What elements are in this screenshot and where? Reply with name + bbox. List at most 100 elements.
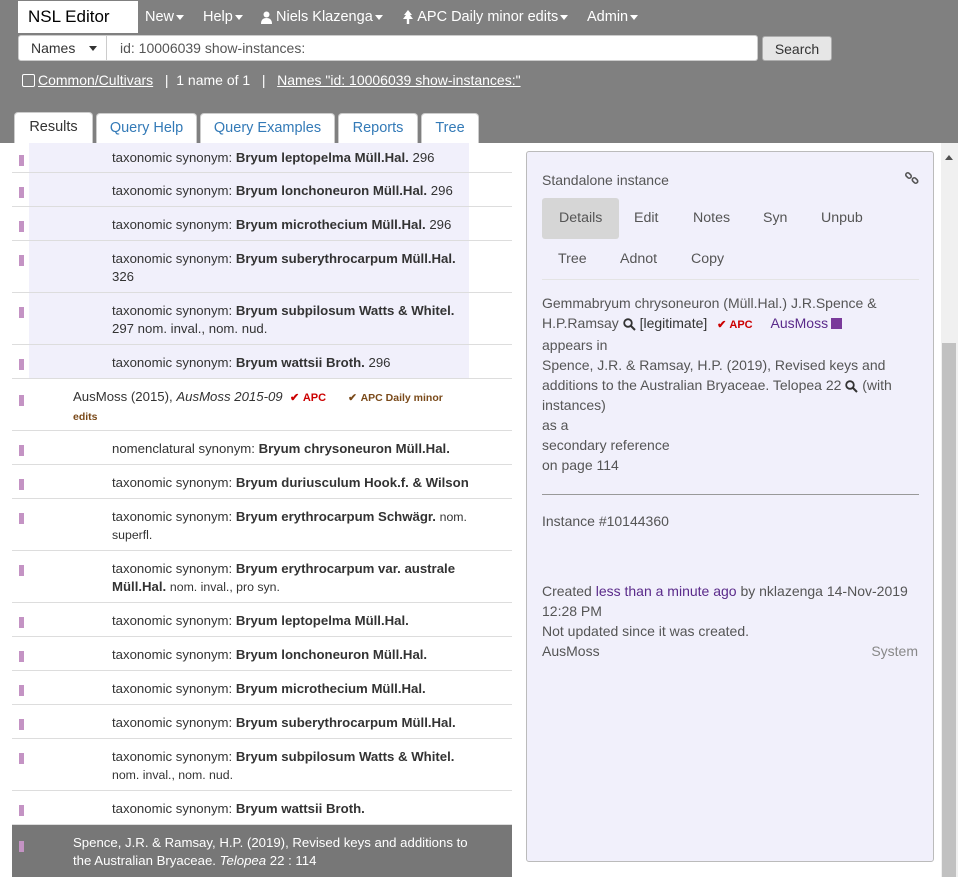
menu-new[interactable]: New <box>145 9 185 25</box>
search-scope-label: Names <box>31 40 76 56</box>
row-text: Spence, J.R. & Ramsay, H.P. (2019), Revi… <box>73 835 468 868</box>
list-item[interactable]: taxonomic synonym: Bryum microthecium Mü… <box>12 207 512 241</box>
tab-tree[interactable]: Tree <box>421 113 479 143</box>
list-item[interactable]: taxonomic synonym: Bryum erythrocarpum v… <box>12 551 512 603</box>
apc-badge: APC <box>302 392 327 404</box>
chevron-down-icon <box>234 14 243 20</box>
list-item[interactable]: taxonomic synonym: Bryum leptopelma Müll… <box>12 143 512 173</box>
reference-type: secondary reference <box>542 437 670 453</box>
list-item[interactable]: taxonomic synonym: Bryum suberythrocarpu… <box>12 241 512 293</box>
external-link-icon[interactable] <box>831 318 843 329</box>
as-a: as a <box>542 417 569 433</box>
row-marker <box>19 255 24 266</box>
list-item[interactable]: taxonomic synonym: Bryum subpilosum Watt… <box>12 293 512 345</box>
search-button[interactable]: Search <box>762 36 832 61</box>
list-item[interactable]: taxonomic synonym: Bryum wattsii Broth. <box>12 791 512 825</box>
menu-help-label: Help <box>203 9 233 25</box>
ausmoss-link[interactable]: AusMoss <box>771 315 829 331</box>
row-marker <box>19 187 24 198</box>
menu-user-label: Niels Klazenga <box>276 9 373 25</box>
tab-copy[interactable]: Copy <box>674 239 741 280</box>
reference-row[interactable]: AusMoss (2015), AusMoss 2015-09 ✔ APC ✔ … <box>12 379 512 431</box>
row-marker <box>19 617 24 628</box>
row-marker <box>19 651 24 662</box>
chevron-down-icon <box>176 14 185 20</box>
row-marker <box>19 685 24 696</box>
chevron-down-icon <box>560 14 569 20</box>
list-item[interactable]: taxonomic synonym: Bryum suberythrocarpu… <box>12 705 512 739</box>
row-marker <box>19 805 24 816</box>
row-marker <box>19 753 24 764</box>
link-icon[interactable] <box>905 171 919 185</box>
row-marker <box>19 479 24 490</box>
list-item[interactable]: nomenclatural synonym: Bryum chrysoneuro… <box>12 431 512 465</box>
list-item[interactable]: taxonomic synonym: Bryum leptopelma Müll… <box>12 603 512 637</box>
common-cultivars-link[interactable]: Common/Cultivars <box>38 72 153 88</box>
row-text: taxonomic synonym: Bryum duriusculum Hoo… <box>112 475 469 490</box>
search-input[interactable] <box>107 35 758 61</box>
user-icon <box>261 11 272 24</box>
tab-details[interactable]: Details <box>542 198 620 239</box>
row-marker <box>19 307 24 318</box>
row-text: taxonomic synonym: Bryum erythrocarpum v… <box>112 561 456 594</box>
tree-icon <box>403 10 413 25</box>
names-query-link[interactable]: Names "id: 10006039 show-instances:" <box>277 72 520 88</box>
tab-edit[interactable]: Edit <box>617 198 675 239</box>
tab-results[interactable]: Results <box>14 112 93 143</box>
row-text: taxonomic synonym: Bryum lonchoneuron Mü… <box>112 183 453 198</box>
row-text: AusMoss (2015), AusMoss 2015-09 ✔ APC ✔ … <box>73 389 443 423</box>
menu-tree[interactable]: APC Daily minor edits <box>402 9 569 25</box>
menu-admin[interactable]: Admin <box>587 9 639 25</box>
source-label: AusMoss <box>542 643 600 659</box>
row-text: taxonomic synonym: Bryum subpilosum Watt… <box>112 749 455 782</box>
list-item[interactable]: taxonomic synonym: Bryum lonchoneuron Mü… <box>12 173 512 207</box>
list-item[interactable]: taxonomic synonym: Bryum erythrocarpum S… <box>12 499 512 551</box>
list-item[interactable]: taxonomic synonym: Bryum wattsii Broth. … <box>12 345 512 379</box>
tab-tree[interactable]: Tree <box>541 239 604 280</box>
row-marker <box>19 221 24 232</box>
tab-adnot[interactable]: Adnot <box>603 239 674 280</box>
row-text: taxonomic synonym: Bryum wattsii Broth. <box>112 801 365 816</box>
menu-tree-label: APC Daily minor edits <box>417 9 559 25</box>
menu-new-label: New <box>145 9 175 25</box>
with-instances: (with <box>862 377 892 393</box>
common-cultivars-checkbox[interactable] <box>22 74 35 87</box>
legitimate-status: [legitimate] <box>639 315 708 331</box>
selected-reference-row[interactable]: Spence, J.R. & Ramsay, H.P. (2019), Revi… <box>12 825 512 877</box>
panel-title: Standalone instance <box>542 172 669 188</box>
row-marker <box>19 395 24 406</box>
appears-in: appears in <box>542 337 608 353</box>
results-list: taxonomic synonym: Bryum leptopelma Müll… <box>12 143 512 877</box>
row-marker <box>19 445 24 456</box>
list-item[interactable]: taxonomic synonym: Bryum lonchoneuron Mü… <box>12 637 512 671</box>
menu-help[interactable]: Help <box>203 9 243 25</box>
top-header: NSL Editor New Help Niels Klazenga APC D… <box>0 0 958 143</box>
system-label: System <box>871 643 918 659</box>
list-item[interactable]: taxonomic synonym: Bryum duriusculum Hoo… <box>12 465 512 499</box>
tab-query-help[interactable]: Query Help <box>96 113 197 143</box>
check-icon: ✔ <box>348 392 357 404</box>
tab-notes[interactable]: Notes <box>676 198 747 239</box>
brand-logo[interactable]: NSL Editor <box>18 1 138 33</box>
tab-syn[interactable]: Syn <box>746 198 804 239</box>
apc-daily-badge-cont: edits <box>73 411 98 423</box>
tab-reports[interactable]: Reports <box>338 113 418 143</box>
tab-unpub[interactable]: Unpub <box>804 198 880 239</box>
list-item[interactable]: taxonomic synonym: Bryum subpilosum Watt… <box>12 739 512 791</box>
row-text: taxonomic synonym: Bryum erythrocarpum S… <box>112 509 467 542</box>
detail-body: Gemmabryum chrysoneuron (Müll.Hal.) J.R.… <box>542 293 914 475</box>
scrollbar-thumb[interactable] <box>942 343 956 877</box>
search-icon[interactable] <box>622 318 636 331</box>
page-ref: on page 114 <box>542 457 619 473</box>
list-item[interactable]: taxonomic synonym: Bryum microthecium Mü… <box>12 671 512 705</box>
instance-name: Gemmabryum chrysoneuron (Müll.Hal.) J.R.… <box>542 295 877 311</box>
tab-query-examples[interactable]: Query Examples <box>200 113 335 143</box>
search-icon[interactable] <box>845 380 859 393</box>
scroll-up-arrow-icon[interactable] <box>945 155 953 160</box>
search-scope-select[interactable]: Names <box>18 35 107 61</box>
menu-admin-label: Admin <box>587 9 629 25</box>
reference-line: Spence, J.R. & Ramsay, H.P. (2019), Revi… <box>542 357 886 373</box>
menu-user[interactable]: Niels Klazenga <box>261 9 383 25</box>
row-text: taxonomic synonym: Bryum subpilosum Watt… <box>112 303 455 336</box>
separator: | <box>261 72 266 88</box>
